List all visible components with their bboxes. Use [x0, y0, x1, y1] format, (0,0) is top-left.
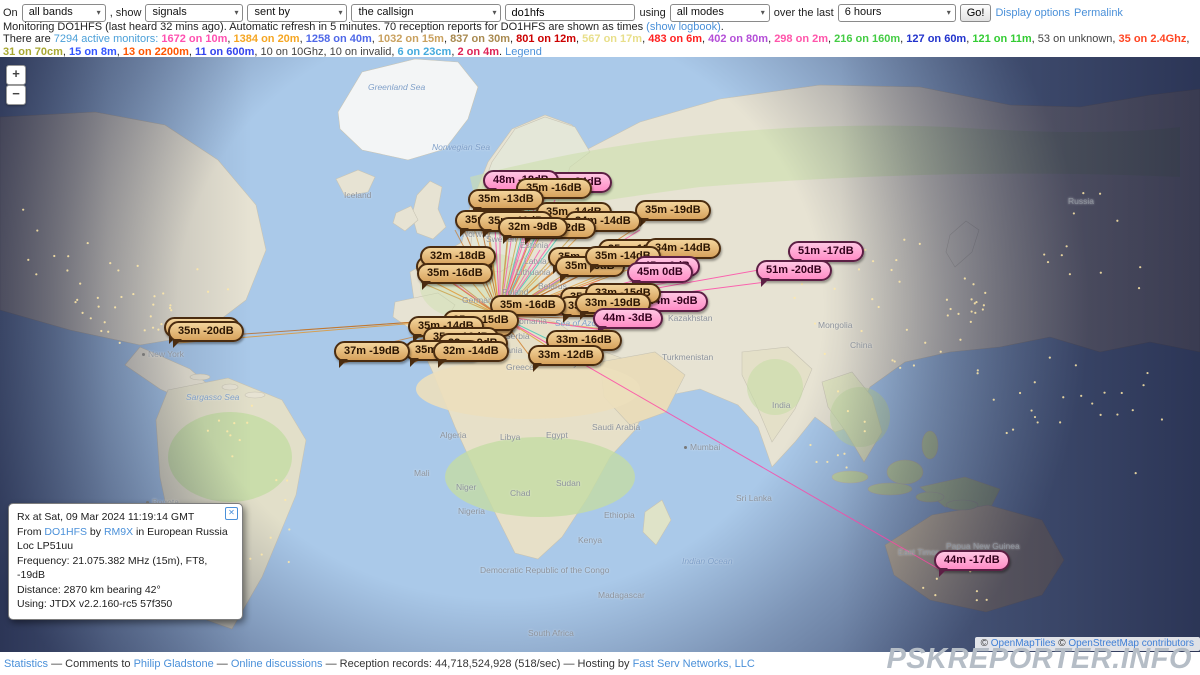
on-label: On — [3, 7, 18, 19]
using-label: using — [639, 7, 665, 19]
monitor-count: 121 on 11m — [972, 33, 1031, 45]
text: There are — [3, 33, 54, 45]
signal-report-balloon[interactable]: 44m -17dB — [934, 550, 1010, 571]
chevron-down-icon: ▾ — [331, 8, 342, 17]
monitor-count: 1384 on 20m — [234, 33, 300, 45]
monitor-counts: 1672 on 10m, 1384 on 20m, 1258 on 40m, 1… — [3, 33, 1189, 58]
active-monitors-line: There are 7294 active monitors: 1672 on … — [3, 33, 1197, 59]
popup-from-line: From DO1HFS by RM9X in European Russia L… — [17, 525, 233, 554]
chevron-down-icon: ▾ — [227, 8, 238, 17]
monitor-count: 35 on 2.4Ghz — [1119, 33, 1187, 45]
chevron-down-icon: ▾ — [90, 8, 101, 17]
signal-report-balloon[interactable]: 32m -14dB — [433, 341, 509, 362]
band-select[interactable]: all bands▾ — [22, 4, 106, 22]
discussions-link[interactable]: Online discussions — [231, 658, 323, 670]
chevron-down-icon: ▾ — [754, 8, 765, 17]
monitor-count: 1258 on 40m — [306, 33, 372, 45]
show-label: , show — [110, 7, 142, 19]
reception-records-text: — Reception records: 44,718,524,928 (518… — [323, 658, 633, 670]
monitor-count: 1672 on 10m — [161, 33, 227, 45]
sentby-select[interactable]: sent by▾ — [247, 4, 347, 22]
popup-using-line: Using: JTDX v2.2.160-rc5 57f350 — [17, 597, 233, 612]
overlast-label: over the last — [774, 7, 834, 19]
zoom-in-button[interactable]: + — [6, 65, 26, 85]
monitor-count: 402 on 80m — [708, 33, 768, 45]
signal-report-balloon[interactable]: 35m -16dB — [417, 263, 493, 284]
reception-report-popup: ✕ Rx at Sat, 09 Mar 2024 11:19:14 GMT Fr… — [8, 503, 243, 620]
signal-report-balloon[interactable]: 35m -13dB — [468, 189, 544, 210]
monitor-count: 567 on 17m — [582, 33, 642, 45]
close-icon[interactable]: ✕ — [225, 507, 238, 520]
separator: , — [1186, 33, 1189, 45]
zoom-out-button[interactable]: − — [6, 85, 26, 105]
author-link[interactable]: Philip Gladstone — [134, 658, 214, 670]
text: — — [214, 658, 231, 670]
monitoring-text: Monitoring DO1HFS (last heard 32 mins ag… — [3, 21, 646, 33]
signal-report-balloon[interactable]: 51m -17dB — [788, 241, 864, 262]
text: . — [721, 21, 724, 33]
callsign-mode-select[interactable]: the callsign▾ — [351, 4, 501, 22]
monitor-count: 1032 on 15m — [378, 33, 444, 45]
receiver-callsign-link[interactable]: RM9X — [104, 526, 133, 538]
monitor-count: 216 on 160m — [834, 33, 900, 45]
go-button[interactable]: Go! — [960, 4, 992, 22]
signals-select[interactable]: signals▾ — [145, 4, 243, 22]
popup-distance-line: Distance: 2870 km bearing 42° — [17, 583, 233, 598]
monitor-count: 837 on 30m — [450, 33, 510, 45]
text: — Comments to — [48, 658, 134, 670]
monitor-count: 801 on 12m — [516, 33, 576, 45]
monitor-count: 483 on 6m — [648, 33, 702, 45]
monitor-count: 127 on 60m — [906, 33, 966, 45]
popup-frequency-line: Frequency: 21.075.382 MHz (15m), FT8, -1… — [17, 554, 233, 583]
text: From — [17, 526, 44, 538]
permalink-link[interactable]: Permalink — [1074, 7, 1123, 19]
show-logbook-link[interactable]: (show logbook) — [646, 21, 721, 33]
statistics-link[interactable]: Statistics — [4, 658, 48, 670]
signal-report-balloon[interactable]: 33m -12dB — [528, 345, 604, 366]
signal-report-balloon[interactable]: 32m -9dB — [498, 217, 568, 238]
signal-report-balloon[interactable]: 45m 0dB — [627, 262, 693, 283]
callsign-input[interactable] — [505, 4, 635, 21]
display-options-link[interactable]: Display options — [995, 7, 1070, 19]
monitor-total: 7294 active monitors: — [54, 33, 162, 45]
hours-select[interactable]: 6 hours▾ — [838, 4, 956, 22]
popup-rx-line: Rx at Sat, 09 Mar 2024 11:19:14 GMT — [17, 510, 233, 525]
signal-report-balloon[interactable]: 37m -19dB — [334, 341, 410, 362]
hosting-link[interactable]: Fast Serv Networks, LLC — [633, 658, 755, 670]
footer-parts: Statistics — Comments to Philip Gladston… — [4, 658, 755, 670]
sender-callsign-link[interactable]: DO1HFS — [44, 526, 87, 538]
chevron-down-icon: ▾ — [940, 8, 951, 17]
pskreporter-app: On all bands▾ , show signals▾ sent by▾ t… — [0, 0, 1200, 675]
signal-report-balloon[interactable]: 35m -20dB — [168, 321, 244, 342]
monitor-count: 298 on 2m — [774, 33, 828, 45]
monitoring-status-line: Monitoring DO1HFS (last heard 32 mins ag… — [3, 21, 1197, 33]
signal-report-balloon[interactable]: 35m -19dB — [635, 200, 711, 221]
query-toolbar: On all bands▾ , show signals▾ sent by▾ t… — [0, 0, 1200, 23]
chevron-down-icon: ▾ — [485, 8, 496, 17]
pskreporter-watermark: PSKREPORTER.INFO — [886, 643, 1192, 675]
signal-report-balloon[interactable]: 51m -20dB — [756, 260, 832, 281]
modes-select[interactable]: all modes▾ — [670, 4, 770, 22]
monitor-count: 53 on unknown — [1038, 33, 1113, 45]
signal-report-balloon[interactable]: 44m -3dB — [593, 308, 663, 329]
text: by — [87, 526, 104, 538]
